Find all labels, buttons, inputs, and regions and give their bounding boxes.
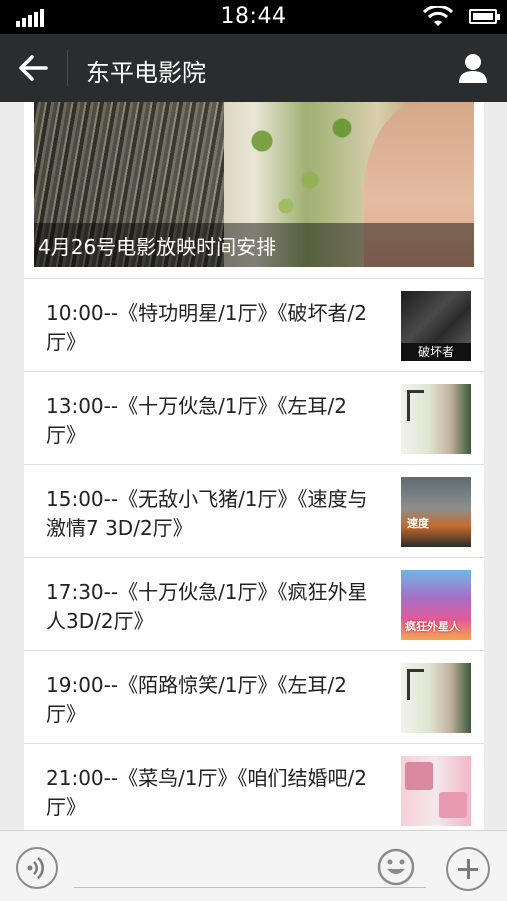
schedule-item-text: 10:00--《特功明星/1厅》《破坏者/2厅》: [46, 301, 367, 354]
schedule-item[interactable]: 17:30--《十万伙急/1厅》《疯狂外星人3D/2厅》 疯狂外星人: [24, 557, 484, 650]
status-bar: 18:44: [0, 0, 507, 34]
schedule-item-text: 17:30--《十万伙急/1厅》《疯狂外星人3D/2厅》: [46, 580, 368, 633]
page-title: 东平电影院: [86, 59, 206, 87]
nav-divider: [67, 50, 68, 86]
emoji-icon[interactable]: [376, 847, 416, 887]
banner-image[interactable]: 4月26号电影放映时间安排: [34, 102, 474, 267]
movie-thumbnail[interactable]: [401, 663, 471, 733]
schedule-item[interactable]: 13:00--《十万伙急/1厅》《左耳/2厅》: [24, 371, 484, 464]
schedule-item-text: 13:00--《十万伙急/1厅》《左耳/2厅》: [46, 394, 347, 447]
schedule-item-text: 19:00--《陌路惊笑/1厅》《左耳/2厅》: [46, 673, 347, 726]
battery-icon: [469, 9, 500, 24]
banner-caption: 4月26号电影放映时间安排: [38, 235, 277, 259]
plus-button[interactable]: [446, 847, 490, 891]
schedule-list: 10:00--《特功明星/1厅》《破坏者/2厅》 破坏者 13:00--《十万伙…: [24, 278, 484, 830]
back-arrow-icon[interactable]: [18, 54, 48, 82]
schedule-item[interactable]: 15:00--《无敌小飞猪/1厅》《速度与激情7 3D/2厅》 速度: [24, 464, 484, 557]
wifi-icon: [423, 6, 453, 26]
movie-thumbnail[interactable]: 疯狂外星人: [401, 570, 471, 640]
schedule-item[interactable]: 21:00--《菜鸟/1厅》《咱们结婚吧/2厅》: [24, 743, 484, 830]
movie-thumbnail[interactable]: [401, 756, 471, 826]
input-bar: [0, 830, 507, 901]
movie-thumbnail[interactable]: 速度: [401, 477, 471, 547]
movie-thumbnail[interactable]: 破坏者: [401, 291, 471, 361]
user-icon[interactable]: [457, 52, 489, 84]
nav-bar: 东平电影院: [0, 34, 507, 102]
schedule-item[interactable]: 19:00--《陌路惊笑/1厅》《左耳/2厅》: [24, 650, 484, 743]
voice-icon: [27, 857, 44, 879]
schedule-item-text: 15:00--《无敌小飞猪/1厅》《速度与激情7 3D/2厅》: [46, 487, 368, 540]
input-underline: [74, 887, 426, 888]
schedule-item-text: 21:00--《菜鸟/1厅》《咱们结婚吧/2厅》: [46, 766, 367, 819]
schedule-item[interactable]: 10:00--《特功明星/1厅》《破坏者/2厅》 破坏者: [24, 278, 484, 371]
voice-button[interactable]: [16, 847, 58, 889]
article-content: 4月26号电影放映时间安排 10:00--《特功明星/1厅》《破坏者/2厅》 破…: [24, 102, 484, 830]
movie-thumbnail[interactable]: [401, 384, 471, 454]
banner-caption-bar: 4月26号电影放映时间安排: [34, 223, 474, 267]
